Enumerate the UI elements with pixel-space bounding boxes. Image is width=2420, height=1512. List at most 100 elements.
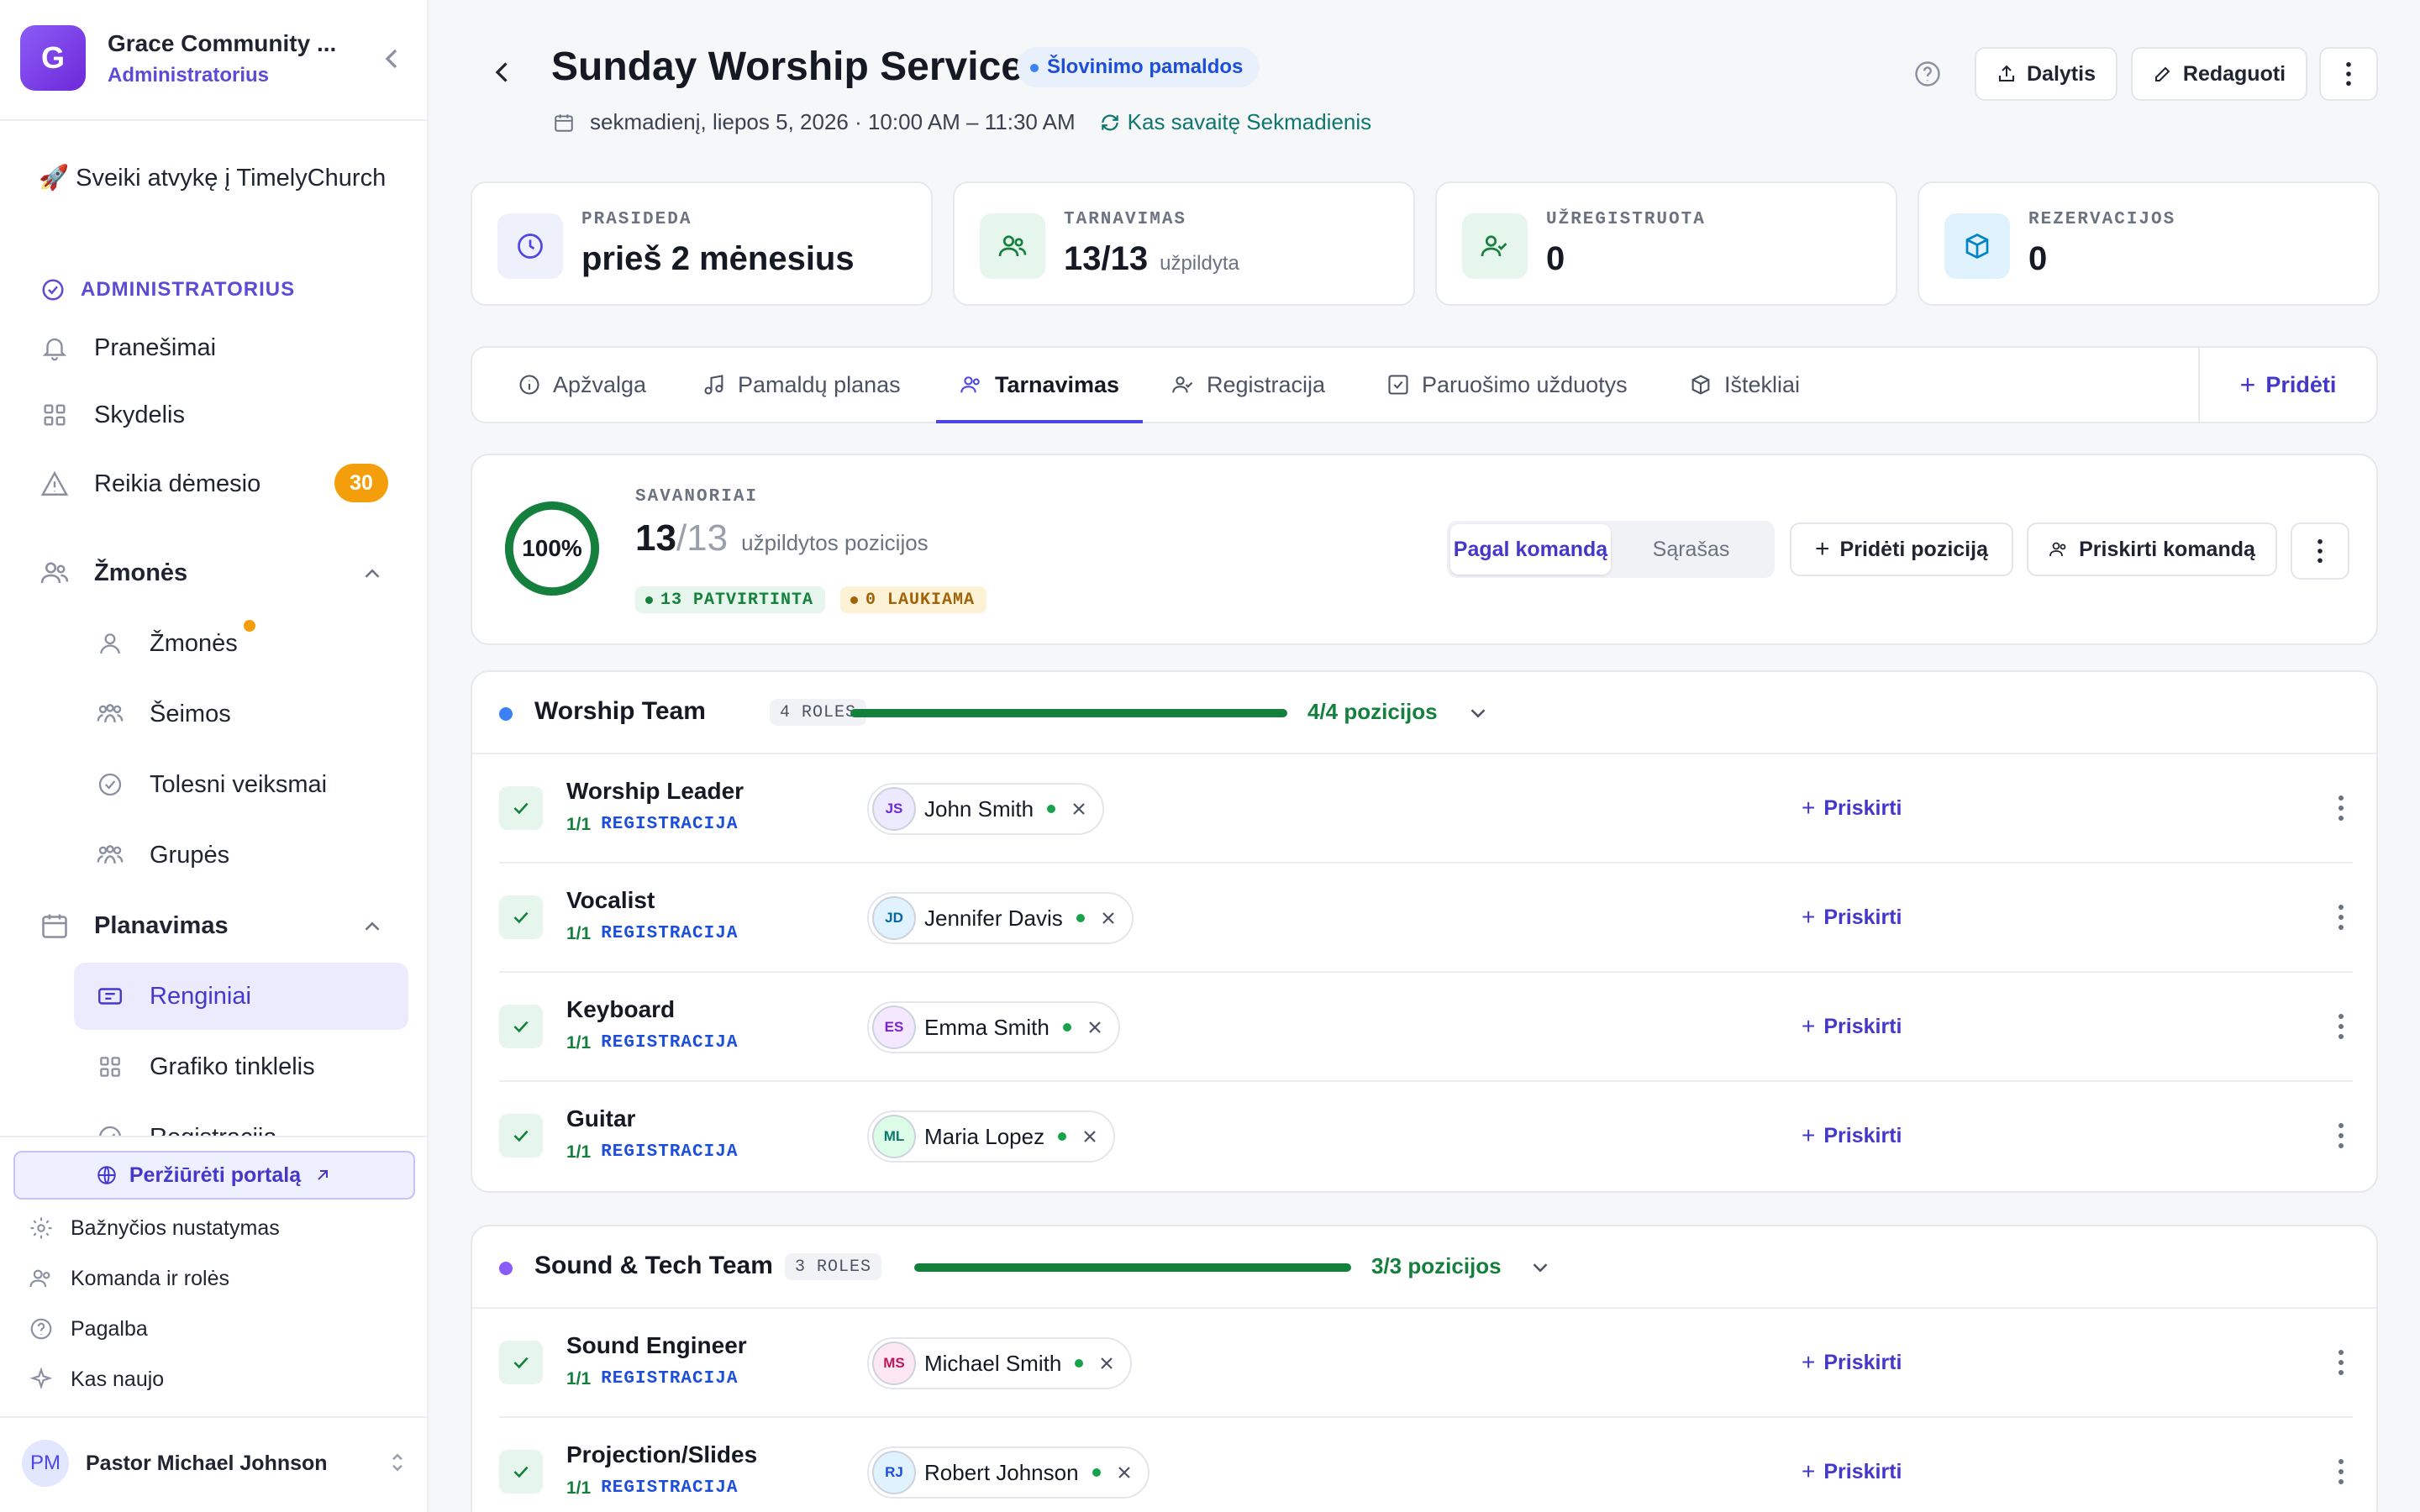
- volunteers-label: SAVANORIAI: [635, 487, 759, 507]
- chevron-up-icon[interactable]: [360, 561, 385, 586]
- assign-team-button[interactable]: Priskirti komandą: [2027, 522, 2277, 576]
- close-icon[interactable]: [1098, 908, 1118, 928]
- more-vertical-icon[interactable]: [2338, 1122, 2344, 1149]
- sidebar-item-dashboard[interactable]: Skydelis: [39, 390, 185, 440]
- recurrence-label: Kas savaitę Sekmadienis: [1127, 109, 1372, 134]
- close-icon[interactable]: [1080, 1126, 1100, 1147]
- assign-button[interactable]: + Priskirti: [1802, 1008, 1902, 1045]
- registration-link[interactable]: REGISTRACIJA: [601, 815, 738, 835]
- help-icon[interactable]: [1912, 59, 1943, 89]
- registration-link[interactable]: REGISTRACIJA: [601, 924, 738, 944]
- view-list-button[interactable]: Sąrašas: [1611, 524, 1771, 575]
- plus-icon: +: [1802, 795, 1816, 821]
- sidebar-item-attention[interactable]: Reikia dėmesio: [39, 459, 260, 509]
- filled-count: 13: [635, 517, 676, 559]
- add-button[interactable]: + Pridėti: [2198, 348, 2376, 422]
- close-icon[interactable]: [1085, 1017, 1105, 1037]
- sidebar-footer-whats-new[interactable]: Kas naujo: [29, 1361, 164, 1398]
- volunteers-more-button[interactable]: [2291, 522, 2349, 580]
- sidebar-item-events[interactable]: Renginiai: [94, 971, 251, 1021]
- edit-button[interactable]: Redaguoti: [2131, 47, 2307, 101]
- sidebar-item-label: Reikia dėmesio: [94, 470, 261, 497]
- team-header[interactable]: Sound & Tech Team 3 ROLES 3/3 pozicijos: [472, 1226, 2376, 1309]
- close-icon[interactable]: [1069, 799, 1089, 819]
- pending-chip: 0 LAUKIAMA: [840, 586, 987, 613]
- chevron-down-icon[interactable]: [1465, 701, 1491, 726]
- more-vertical-icon[interactable]: [2338, 904, 2344, 931]
- more-vertical-icon[interactable]: [2338, 1349, 2344, 1376]
- view-portal-button[interactable]: Peržiūrėti portalą: [13, 1151, 415, 1200]
- tab-resources[interactable]: Ištekliai: [1689, 348, 1800, 422]
- more-vertical-icon[interactable]: [2338, 795, 2344, 822]
- more-options-button[interactable]: [2319, 47, 2378, 101]
- more-vertical-icon[interactable]: [2338, 1458, 2344, 1485]
- registration-link[interactable]: REGISTRACIJA: [601, 1142, 738, 1163]
- team-name: Worship Team: [534, 697, 706, 725]
- sidebar-item-followups[interactable]: Tolesni veiksmai: [94, 759, 327, 810]
- registration-link[interactable]: REGISTRACIJA: [601, 1033, 738, 1053]
- sidebar-footer-help[interactable]: Pagalba: [29, 1310, 148, 1347]
- assigned-person-chip[interactable]: MS Michael Smith: [867, 1337, 1133, 1389]
- sidebar-item-groups[interactable]: Grupės: [94, 830, 229, 880]
- tab-registration[interactable]: Registracija: [1171, 348, 1325, 422]
- sidebar-item-notifications[interactable]: Pranešimai: [39, 323, 216, 373]
- sidebar: G Grace Community ... Administratorius 🚀…: [0, 0, 429, 1512]
- close-icon[interactable]: [1097, 1353, 1117, 1373]
- chevron-down-icon[interactable]: [1528, 1255, 1553, 1280]
- more-vertical-icon[interactable]: [2338, 1013, 2344, 1040]
- assign-button[interactable]: + Priskirti: [1802, 1117, 1902, 1154]
- sidebar-footer-settings[interactable]: Bažnyčios nustatymas: [29, 1210, 280, 1247]
- role-count: 1/1: [566, 1142, 592, 1162]
- sidebar-item-label: Grafiko tinklelis: [150, 1053, 315, 1080]
- assign-button[interactable]: + Priskirti: [1802, 1453, 1902, 1490]
- assign-label: Priskirti: [1823, 1014, 1902, 1038]
- assigned-person-chip[interactable]: ML Maria Lopez: [867, 1110, 1116, 1163]
- person-name: Jennifer Davis: [924, 905, 1063, 931]
- view-by-team-button[interactable]: Pagal komandą: [1450, 524, 1611, 575]
- stat-value-text: 13/13: [1064, 240, 1149, 277]
- sidebar-item-schedule-grid[interactable]: Grafiko tinklelis: [94, 1042, 315, 1092]
- sidebar-item-families[interactable]: Šeimos: [94, 689, 231, 739]
- role-status: 1/1 REGISTRACIJA: [566, 1369, 738, 1389]
- registration-link[interactable]: REGISTRACIJA: [601, 1478, 738, 1499]
- share-icon: [1999, 65, 2014, 81]
- sidebar-group-planning[interactable]: Planavimas: [39, 900, 229, 951]
- user-menu[interactable]: PM Pastor Michael Johnson: [22, 1438, 410, 1488]
- sidebar-item-people[interactable]: Žmonės: [94, 618, 238, 669]
- plus-icon: +: [1802, 1122, 1816, 1148]
- assigned-person-chip[interactable]: JD Jennifer Davis: [867, 892, 1134, 944]
- tab-overview[interactable]: Apžvalga: [518, 348, 646, 422]
- tab-service-plan[interactable]: Pamaldų planas: [702, 348, 901, 422]
- role-status: 1/1 REGISTRACIJA: [566, 1478, 738, 1499]
- back-arrow-icon[interactable]: [487, 57, 518, 87]
- assigned-person-chip[interactable]: JS John Smith: [867, 783, 1105, 835]
- assign-button[interactable]: + Priskirti: [1802, 1344, 1902, 1381]
- registration-link[interactable]: REGISTRACIJA: [601, 1369, 738, 1389]
- chevron-up-icon[interactable]: [360, 914, 385, 939]
- assigned-person-chip[interactable]: RJ Robert Johnson: [867, 1446, 1150, 1499]
- team-header[interactable]: Worship Team 4 ROLES 4/4 pozicijos: [472, 672, 2376, 754]
- org-switcher[interactable]: G Grace Community ... Administratorius: [20, 24, 408, 96]
- divider: [0, 1136, 429, 1137]
- chevron-left-icon[interactable]: [375, 42, 408, 76]
- team-progress-bar: [914, 1263, 1351, 1272]
- sidebar-item-registration[interactable]: Registracija: [94, 1112, 277, 1136]
- grid-icon: [94, 1051, 126, 1083]
- tab-serving[interactable]: Tarnavimas: [936, 348, 1144, 423]
- status-dot: [1092, 1468, 1101, 1477]
- sidebar-footer-team-roles[interactable]: Komanda ir rolės: [29, 1260, 229, 1297]
- status-dot: [1058, 1132, 1067, 1141]
- share-button[interactable]: Dalytis: [1975, 47, 2118, 101]
- close-icon[interactable]: [1114, 1462, 1134, 1483]
- assigned-person-chip[interactable]: ES Emma Smith: [867, 1001, 1120, 1053]
- footer-label: Bažnyčios nustatymas: [71, 1215, 280, 1240]
- tab-label: Ištekliai: [1724, 371, 1801, 397]
- assign-button[interactable]: + Priskirti: [1802, 790, 1902, 827]
- team-progress-bar: [850, 709, 1287, 717]
- team-section: Sound & Tech Team 3 ROLES 3/3 pozicijos …: [471, 1225, 2378, 1512]
- assign-button[interactable]: + Priskirti: [1802, 899, 1902, 936]
- sidebar-group-people[interactable]: Žmonės: [39, 548, 187, 598]
- add-position-button[interactable]: + Pridėti poziciją: [1790, 522, 2013, 576]
- recurrence-link[interactable]: Kas savaitę Sekmadienis: [1099, 109, 1371, 135]
- tab-prep-tasks[interactable]: Paruošimo užduotys: [1386, 348, 1628, 422]
